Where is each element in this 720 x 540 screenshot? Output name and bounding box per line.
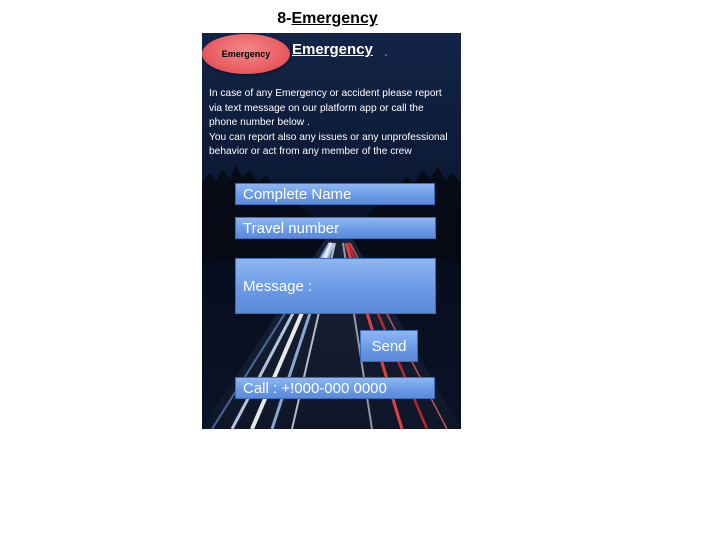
travel-number-field[interactable]: Travel number bbox=[235, 217, 436, 239]
message-field[interactable]: Message : bbox=[235, 258, 436, 314]
emergency-badge[interactable]: Emergency bbox=[202, 34, 290, 74]
call-button[interactable]: Call : +!000-000 0000 bbox=[235, 377, 435, 399]
page-heading-prefix: 8- bbox=[277, 10, 292, 27]
complete-name-field[interactable]: Complete Name bbox=[235, 183, 435, 205]
page-heading: 8-Emergency bbox=[0, 10, 655, 28]
page-heading-underlined: Emergency bbox=[291, 10, 378, 27]
description-text: In case of any Emergency or accident ple… bbox=[209, 87, 454, 160]
screen-title: Emergency bbox=[292, 41, 373, 58]
description-line-1: In case of any Emergency or accident ple… bbox=[209, 88, 442, 128]
send-button[interactable]: Send bbox=[360, 330, 418, 362]
description-line-2: You can report also any issues or any un… bbox=[209, 131, 448, 158]
phone-screen: Emergency Emergency In case of any Emerg… bbox=[202, 33, 461, 429]
